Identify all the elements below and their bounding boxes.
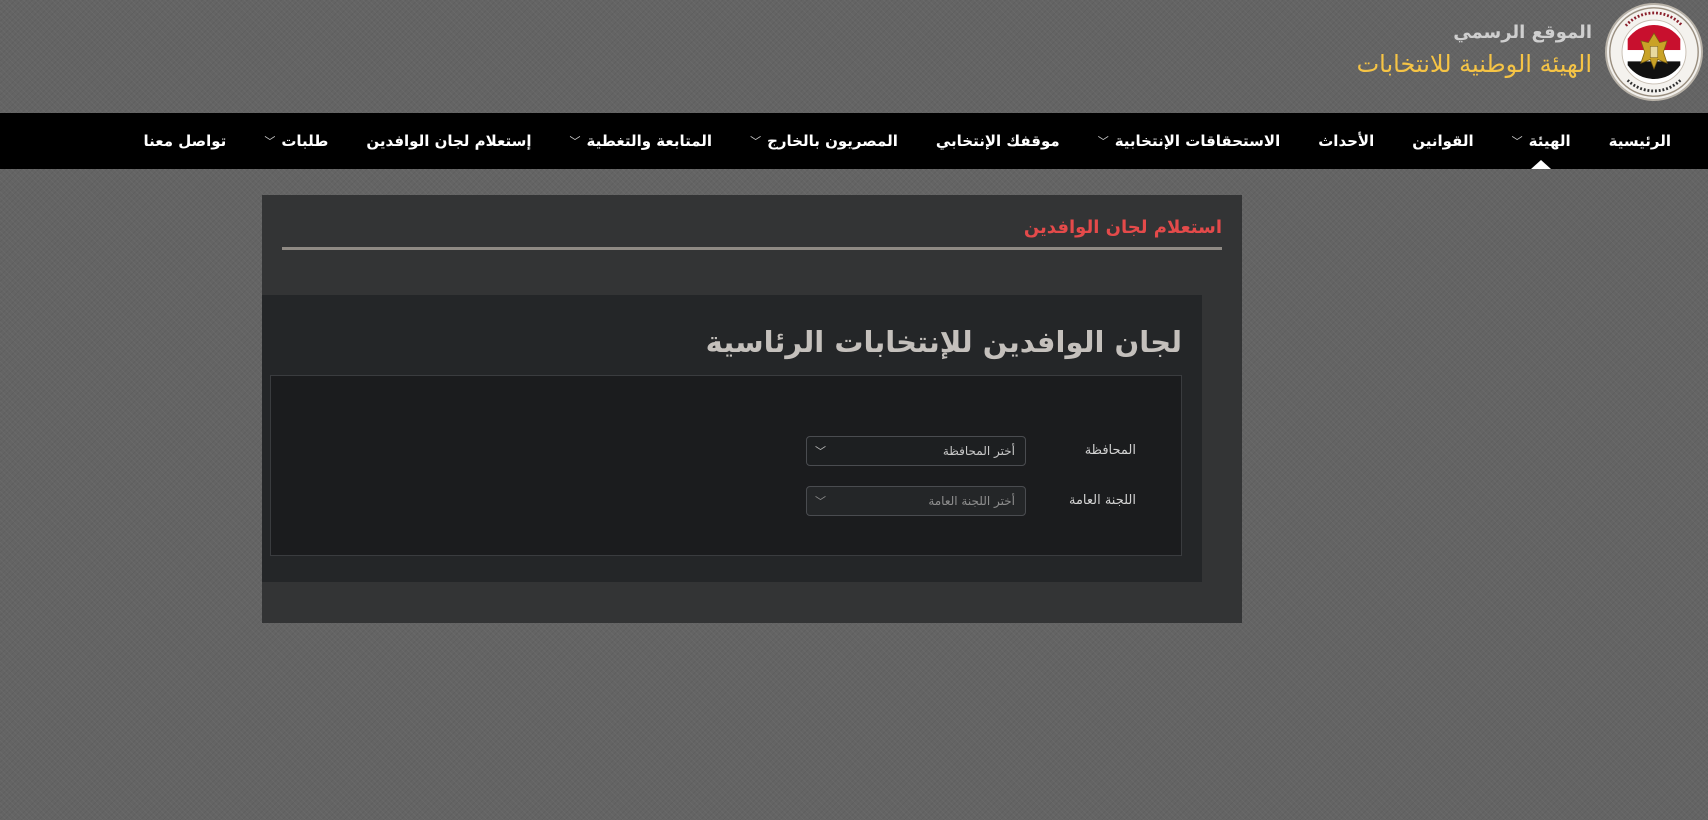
site-header: الموقع الرسمي الهيئة الوطنية للانتخابات [0, 0, 1708, 113]
inner-panel: لجان الوافدين للإنتخابات الرئاسية المحاف… [262, 295, 1202, 582]
nav-item-3[interactable]: الأحداث [1299, 113, 1393, 169]
nav-item-label: الرئيسية [1608, 132, 1671, 150]
nav-item-9[interactable]: طلبات ﹀ [245, 113, 347, 169]
chevron-down-icon: ﹀ [750, 135, 762, 148]
heading-divider [282, 247, 1222, 250]
nav-item-label: إستعلام لجان الوافدين [366, 132, 532, 150]
chevron-down-icon: ﹀ [1511, 135, 1523, 148]
governorate-select-value: أختر المحافظة [942, 444, 1015, 458]
nav-item-label: القوانين [1412, 132, 1474, 150]
committee-row: اللجنة العامة أختر اللجنة العامة ﹀ [806, 486, 1136, 516]
nav-item-1[interactable]: الهيئة ﹀ [1493, 113, 1590, 169]
site-logo[interactable] [1605, 3, 1703, 101]
content-panel: استعلام لجان الوافدين لجان الوافدين للإن… [262, 195, 1242, 623]
governorate-row: المحافظة أختر المحافظة ﹀ [806, 436, 1136, 466]
eagle-seal-icon [1609, 7, 1699, 97]
governorate-label: المحافظة [1084, 443, 1136, 458]
nav-item-label: المتابعة والتغطية [586, 132, 713, 150]
nav-item-label: الاستحقاقات الإنتخابية [1114, 132, 1281, 150]
governorate-select[interactable]: أختر المحافظة ﹀ [806, 436, 1026, 466]
nav-item-label: موقفك الإنتخابي [935, 132, 1060, 150]
nav-item-label: تواصل معنا [143, 132, 227, 150]
nav-item-label: طلبات [281, 132, 329, 150]
nav-item-5[interactable]: موقفك الإنتخابي [917, 113, 1079, 169]
nav-item-2[interactable]: القوانين [1393, 113, 1492, 169]
page-title: لجان الوافدين للإنتخابات الرئاسية [705, 325, 1182, 359]
nav-item-7[interactable]: المتابعة والتغطية ﹀ [551, 113, 732, 169]
nav-item-label: المصريون بالخارج [767, 132, 898, 150]
panel-heading: استعلام لجان الوافدين [1023, 217, 1222, 238]
chevron-down-icon: ﹀ [569, 135, 581, 148]
nav-item-label: الأحداث [1318, 132, 1375, 150]
committee-label: اللجنة العامة [1068, 493, 1136, 508]
site-subtitle: الموقع الرسمي [1453, 22, 1592, 43]
lookup-form: المحافظة أختر المحافظة ﹀ اللجنة العامة أ… [270, 375, 1182, 556]
nav-item-8[interactable]: إستعلام لجان الوافدين [347, 113, 550, 169]
nav-list: الرئيسية الهيئة ﹀ القوانين الأحداث الاستحقاقا… [125, 113, 1690, 169]
chevron-down-icon: ﹀ [1097, 135, 1109, 148]
committee-select[interactable]: أختر اللجنة العامة ﹀ [806, 486, 1026, 516]
nav-item-label: الهيئة [1528, 132, 1571, 150]
nav-item-4[interactable]: الاستحقاقات الإنتخابية ﹀ [1079, 113, 1300, 169]
committee-select-value: أختر اللجنة العامة [928, 494, 1015, 508]
chevron-down-icon: ﹀ [815, 495, 826, 508]
nav-item-6[interactable]: المصريون بالخارج ﹀ [731, 113, 917, 169]
nav-item-0[interactable]: الرئيسية [1590, 113, 1690, 169]
main-navbar: الرئيسية الهيئة ﹀ القوانين الأحداث الاستحقاقا… [0, 113, 1708, 169]
chevron-down-icon: ﹀ [815, 445, 826, 458]
chevron-down-icon: ﹀ [264, 135, 276, 148]
site-title[interactable]: الهيئة الوطنية للانتخابات [1357, 50, 1592, 78]
nav-item-10[interactable]: تواصل معنا [125, 113, 246, 169]
